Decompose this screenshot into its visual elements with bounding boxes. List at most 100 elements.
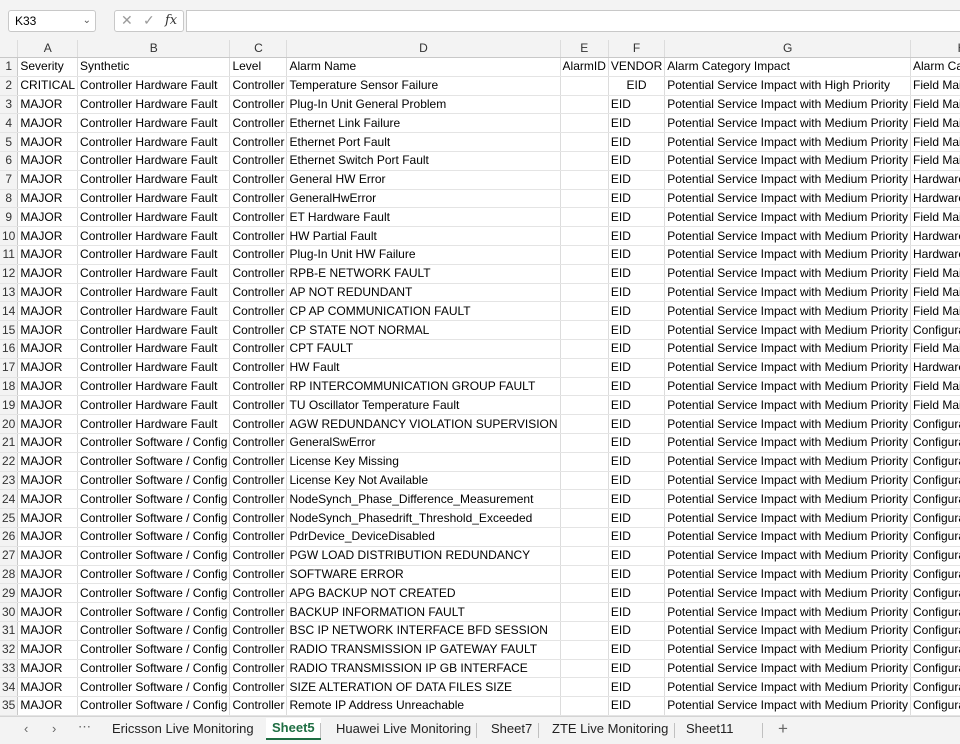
cell-e[interactable]	[560, 76, 609, 96]
cell-a[interactable]: MAJOR	[17, 151, 79, 171]
cell-c[interactable]: Controller	[229, 339, 288, 359]
cell-e[interactable]	[560, 433, 609, 453]
cell-f[interactable]: EID	[608, 301, 666, 322]
cell-a[interactable]: MAJOR	[17, 377, 79, 397]
cell-d[interactable]: HW Fault	[286, 358, 561, 378]
cell-b[interactable]: Controller Software / Config	[77, 583, 231, 604]
cell-h[interactable]: Configuration	[910, 677, 960, 698]
row-header[interactable]: 3	[0, 95, 19, 115]
row-header[interactable]: 24	[0, 489, 19, 510]
cell-d[interactable]: TU Oscillator Temperature Fault	[286, 395, 561, 416]
cell-c[interactable]: Level	[229, 57, 288, 77]
cell-g[interactable]: Potential Service Impact with Medium Pri…	[664, 95, 911, 115]
cell-a[interactable]: MAJOR	[17, 583, 79, 604]
column-header-e[interactable]: E	[560, 40, 609, 58]
cell-h[interactable]: Configuration	[910, 452, 960, 472]
cell-c[interactable]: Controller	[229, 414, 288, 434]
cell-a[interactable]: MAJOR	[17, 189, 79, 209]
cell-a[interactable]: MAJOR	[17, 696, 79, 716]
cell-a[interactable]: MAJOR	[17, 640, 79, 660]
column-header-f[interactable]: F	[608, 40, 666, 58]
cell-d[interactable]: Remote IP Address Unreachable	[286, 696, 561, 716]
cell-c[interactable]: Controller	[229, 76, 288, 96]
row-header[interactable]: 25	[0, 508, 19, 528]
cell-b[interactable]: Controller Hardware Fault	[77, 358, 231, 378]
cell-f[interactable]: EID	[608, 151, 666, 171]
cell-b[interactable]: Controller Software / Config	[77, 471, 231, 491]
cell-c[interactable]: Controller	[229, 377, 288, 397]
chevron-down-icon[interactable]: ⌄	[83, 11, 91, 31]
cell-a[interactable]: MAJOR	[17, 395, 79, 416]
cell-f[interactable]: EID	[608, 339, 666, 359]
cell-e[interactable]	[560, 301, 609, 322]
cell-h[interactable]: Field Maintenance	[910, 151, 960, 171]
cell-d[interactable]: AP NOT REDUNDANT	[286, 283, 561, 303]
cell-f[interactable]: EID	[608, 245, 666, 265]
cell-b[interactable]: Controller Hardware Fault	[77, 132, 231, 152]
cell-f[interactable]: EID	[608, 489, 666, 510]
cell-c[interactable]: Controller	[229, 132, 288, 152]
cell-c[interactable]: Controller	[229, 659, 288, 679]
cell-f[interactable]: EID	[608, 659, 666, 679]
cell-f[interactable]: EID	[608, 414, 666, 434]
cell-g[interactable]: Potential Service Impact with Medium Pri…	[664, 602, 911, 622]
cancel-icon[interactable]: ✕	[121, 12, 133, 29]
cell-b[interactable]: Controller Software / Config	[77, 565, 231, 585]
cell-h[interactable]: Configuration	[910, 696, 960, 716]
cell-e[interactable]	[560, 527, 609, 547]
cell-a[interactable]: MAJOR	[17, 452, 79, 472]
cell-d[interactable]: General HW Error	[286, 170, 561, 190]
cell-c[interactable]: Controller	[229, 95, 288, 115]
cell-h[interactable]: Field Maintenance	[910, 283, 960, 303]
cell-g[interactable]: Potential Service Impact with Medium Pri…	[664, 452, 911, 472]
cell-e[interactable]	[560, 452, 609, 472]
cell-b[interactable]: Controller Software / Config	[77, 452, 231, 472]
cell-e[interactable]	[560, 189, 609, 209]
cell-d[interactable]: NodeSynch_Phase_Difference_Measurement	[286, 489, 561, 510]
cell-d[interactable]: Ethernet Switch Port Fault	[286, 151, 561, 171]
cell-b[interactable]: Controller Hardware Fault	[77, 264, 231, 284]
column-header-g[interactable]: G	[664, 40, 911, 58]
cell-d[interactable]: CPT FAULT	[286, 339, 561, 359]
column-header-a[interactable]: A	[17, 40, 79, 58]
cell-h[interactable]: Configuration	[910, 546, 960, 566]
cell-h[interactable]: Field Maintenance	[910, 339, 960, 359]
cell-h[interactable]: Alarm Category	[910, 57, 960, 77]
cell-g[interactable]: Potential Service Impact with Medium Pri…	[664, 527, 911, 547]
cell-g[interactable]: Potential Service Impact with Medium Pri…	[664, 433, 911, 453]
cell-g[interactable]: Potential Service Impact with Medium Pri…	[664, 377, 911, 397]
cell-h[interactable]: Field Maintenance	[910, 207, 960, 228]
cell-e[interactable]	[560, 377, 609, 397]
cell-e[interactable]	[560, 621, 609, 641]
cell-c[interactable]: Controller	[229, 508, 288, 528]
cell-g[interactable]: Potential Service Impact with Medium Pri…	[664, 189, 911, 209]
cell-a[interactable]: MAJOR	[17, 659, 79, 679]
sheet-tab[interactable]: ZTE Live Monitoring	[552, 721, 668, 736]
cell-f[interactable]: EID	[608, 207, 666, 228]
row-header[interactable]: 21	[0, 433, 19, 453]
cell-b[interactable]: Controller Software / Config	[77, 546, 231, 566]
cell-e[interactable]: AlarmID	[560, 57, 609, 77]
cell-h[interactable]: Field Maintenance	[910, 395, 960, 416]
cell-b[interactable]: Controller Hardware Fault	[77, 113, 231, 134]
cell-d[interactable]: NodeSynch_Phasedrift_Threshold_Exceeded	[286, 508, 561, 528]
cell-f[interactable]: EID	[608, 320, 666, 340]
cell-h[interactable]: Field Maintenance	[910, 377, 960, 397]
cell-e[interactable]	[560, 339, 609, 359]
sheet-tab[interactable]: Huawei Live Monitoring	[336, 721, 471, 736]
row-header[interactable]: 2	[0, 76, 19, 96]
cell-h[interactable]: Configuration	[910, 414, 960, 434]
cell-c[interactable]: Controller	[229, 452, 288, 472]
cell-d[interactable]: Alarm Name	[286, 57, 561, 77]
cell-g[interactable]: Potential Service Impact with Medium Pri…	[664, 508, 911, 528]
cell-d[interactable]: Plug-In Unit HW Failure	[286, 245, 561, 265]
cell-h[interactable]: Field Maintenance	[910, 95, 960, 115]
cell-e[interactable]	[560, 583, 609, 604]
cell-e[interactable]	[560, 602, 609, 622]
cell-c[interactable]: Controller	[229, 395, 288, 416]
cell-h[interactable]: Field Maintenance	[910, 264, 960, 284]
column-header-h[interactable]: H	[910, 40, 960, 58]
cell-g[interactable]: Potential Service Impact with Medium Pri…	[664, 245, 911, 265]
cell-b[interactable]: Controller Hardware Fault	[77, 301, 231, 322]
cell-d[interactable]: CP AP COMMUNICATION FAULT	[286, 301, 561, 322]
